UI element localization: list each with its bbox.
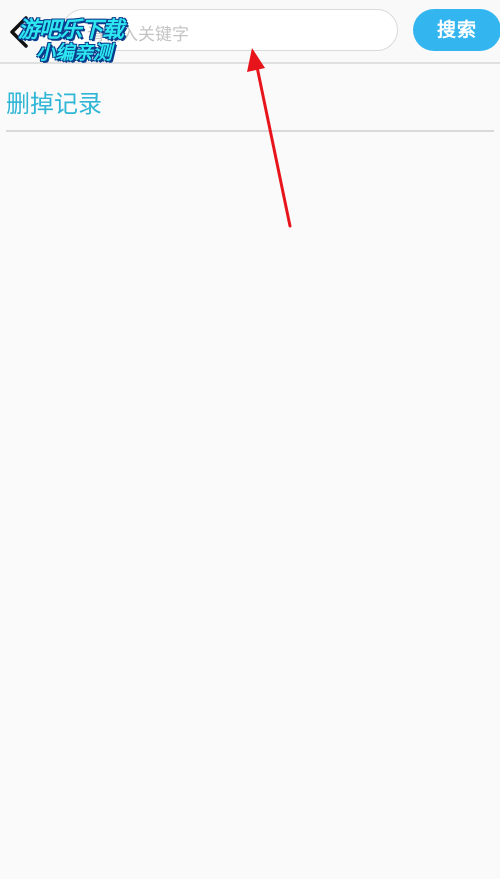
back-button[interactable] xyxy=(4,14,38,50)
chevron-left-icon xyxy=(10,16,28,48)
search-toolbar: 请输入关键字 搜索 游吧乐下载 小编亲测 xyxy=(0,0,500,64)
search-placeholder: 请输入关键字 xyxy=(87,25,189,45)
delete-history-button[interactable]: 删掉记录 xyxy=(6,84,102,119)
search-screen: 请输入关键字 搜索 游吧乐下载 小编亲测 删掉记录 xyxy=(0,0,500,879)
search-button[interactable]: 搜索 xyxy=(413,9,500,51)
history-section: 删掉记录 xyxy=(6,70,494,132)
search-input[interactable]: 请输入关键字 xyxy=(62,9,398,51)
